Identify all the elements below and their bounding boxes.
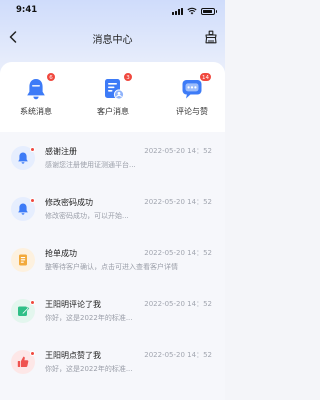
unread-dot [30, 147, 35, 152]
unread-count-badge: 14 [199, 72, 212, 82]
unread-count-badge: 3 [123, 72, 133, 82]
clear-messages-button[interactable] [203, 28, 219, 46]
category-comments-likes[interactable]: 14 评论与赞 [157, 72, 225, 117]
battery-icon [201, 7, 217, 15]
message-time: 2022-05-20 14：52 [144, 249, 212, 257]
content-panel: 6 系统消息 3 客户消息 14 评论与赞 感谢注册 2022-05-20 14… [0, 62, 225, 400]
message-icon-circle [11, 299, 35, 323]
bell-icon [18, 152, 28, 164]
message-preview: 感谢您注册使用证测通平台... [45, 161, 136, 169]
broom-icon [205, 30, 217, 44]
message-item[interactable]: 王阳明评论了我 2022-05-20 14：52 你好，这是2022年的标准..… [0, 291, 225, 341]
message-title: 王阳明点赞了我 [45, 351, 101, 360]
wifi-icon [187, 7, 197, 15]
category-system-messages[interactable]: 6 系统消息 [1, 72, 71, 117]
message-icon-circle [11, 146, 35, 170]
document-icon [19, 254, 27, 266]
message-preview: 整等待客户确认，点击可进入查看客户详情 [45, 263, 178, 271]
status-icons [172, 7, 217, 15]
page-title: 消息中心 [92, 35, 133, 46]
customer-card-icon [105, 79, 125, 100]
message-icon-circle [11, 350, 35, 374]
bell-icon [27, 79, 45, 100]
message-item[interactable]: 王阳明点赞了我 2022-05-20 14：52 你好，这是2022年的标准..… [0, 342, 225, 392]
message-title: 感谢注册 [45, 147, 77, 156]
thumbs-up-icon [17, 356, 29, 367]
message-center-screen: 9:41 消息中心 6 系统消息 3 客户消息 14 评论与赞 感谢注册 202… [0, 0, 225, 400]
category-label: 评论与赞 [176, 107, 208, 116]
cellular-signal-icon [172, 7, 183, 15]
message-time: 2022-05-20 14：52 [144, 147, 212, 155]
message-time: 2022-05-20 14：52 [144, 351, 212, 359]
bell-icon [18, 203, 28, 215]
message-item[interactable]: 抢单成功 2022-05-20 14：52 整等待客户确认，点击可进入查看客户详… [0, 240, 225, 290]
message-icon-circle [11, 197, 35, 221]
message-preview: 你好，这是2022年的标准... [45, 314, 133, 322]
message-title: 修改密码成功 [45, 198, 93, 207]
unread-dot [30, 300, 35, 305]
category-label: 系统消息 [20, 107, 52, 116]
category-customer-messages[interactable]: 3 客户消息 [78, 72, 148, 117]
message-item[interactable]: 修改密码成功 2022-05-20 14：52 修改密码成功，可以开始... [0, 189, 225, 239]
message-icon-circle [11, 248, 35, 272]
unread-count-badge: 6 [46, 72, 56, 82]
unread-dot [30, 198, 35, 203]
message-time: 2022-05-20 14：52 [144, 300, 212, 308]
message-item[interactable]: 感谢注册 2022-05-20 14：52 感谢您注册使用证测通平台... [0, 138, 225, 188]
message-title: 王阳明评论了我 [45, 300, 101, 309]
message-title: 抢单成功 [45, 249, 77, 258]
category-label: 客户消息 [97, 107, 129, 116]
category-bar: 6 系统消息 3 客户消息 14 评论与赞 [0, 62, 225, 132]
message-preview: 修改密码成功，可以开始... [45, 212, 129, 220]
message-preview: 你好，这是2022年的标准... [45, 365, 133, 373]
status-bar: 9:41 [0, 0, 225, 22]
nav-bar: 消息中心 [0, 22, 225, 52]
status-time: 9:41 [16, 5, 38, 15]
edit-icon [18, 306, 30, 316]
unread-dot [30, 351, 35, 356]
message-time: 2022-05-20 14：52 [144, 198, 212, 206]
